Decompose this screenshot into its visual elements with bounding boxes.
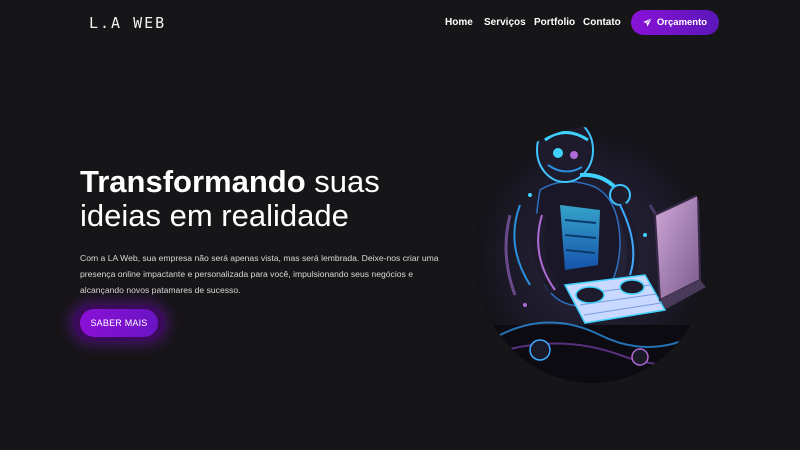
- hero-title-rest: suas: [314, 164, 380, 199]
- learn-more-button[interactable]: SABER MAIS: [80, 309, 158, 337]
- hero-title-strong: Transformando: [80, 164, 306, 199]
- nav-link-home[interactable]: Home: [445, 17, 473, 28]
- hero-description: Com a LA Web, sua empresa não será apena…: [80, 253, 439, 295]
- quote-button[interactable]: Orçamento: [631, 10, 719, 35]
- nav-link-contact[interactable]: Contato: [583, 17, 621, 28]
- hero-title: Transformando suas ideias em realidade: [80, 165, 460, 233]
- hero-robot-image: [470, 95, 720, 385]
- paper-plane-icon: [643, 18, 652, 27]
- robot-illustration: [474, 127, 710, 383]
- quote-button-label: Orçamento: [656, 17, 708, 28]
- hero-title-line-2: ideias em realidade: [80, 198, 349, 233]
- nav-link-services[interactable]: Serviços: [484, 17, 526, 28]
- nav-link-portfolio[interactable]: Portfolio: [534, 17, 575, 28]
- site-header: L.A WEB Home Serviços Portfolio Contato …: [0, 0, 800, 46]
